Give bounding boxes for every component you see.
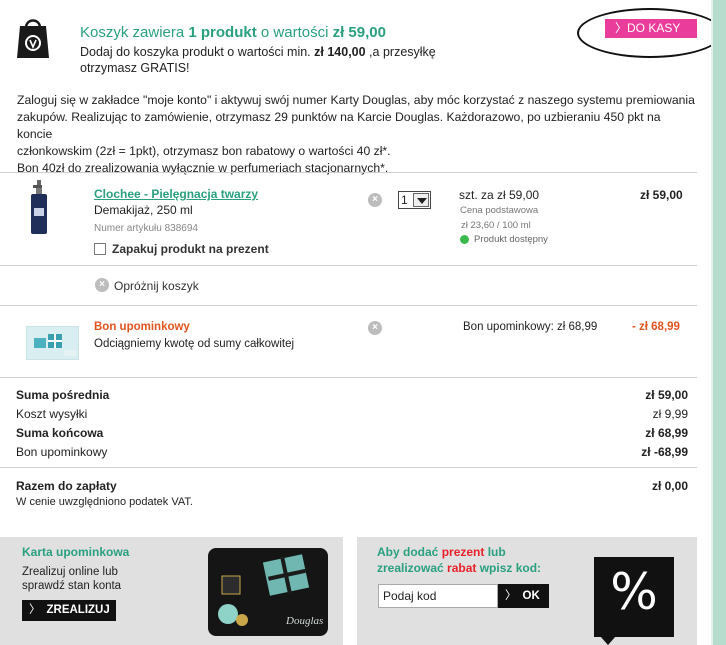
page-side-stripe bbox=[711, 0, 726, 645]
title-count: 1 produkt bbox=[188, 24, 257, 41]
promo-title-d: zrealizować bbox=[377, 561, 448, 575]
cart-page: Koszyk zawiera 1 produkt o wartości zł 5… bbox=[0, 0, 723, 645]
chevron-right-icon: 〉 bbox=[29, 604, 41, 616]
voucher-summary-row: Bon upominkowy zł -68,99 bbox=[16, 445, 688, 461]
gift-wrap-checkbox[interactable] bbox=[94, 243, 106, 255]
free-shipping-note: Dodaj do koszyka produkt o wartości min.… bbox=[80, 44, 460, 76]
divider bbox=[0, 172, 697, 173]
promo-title-a: Aby dodać bbox=[377, 545, 442, 559]
subtotal-value: zł 59,00 bbox=[645, 388, 688, 402]
product-total: zł 59,00 bbox=[640, 188, 683, 202]
voucher-value-label: Bon upominkowy: zł 68,99 bbox=[463, 321, 598, 333]
gift-card-subtitle-line2: sprawdź stan konta bbox=[22, 580, 122, 592]
base-price-label: Cena podstawowa bbox=[460, 205, 539, 216]
quantity-select[interactable]: 1 bbox=[398, 191, 431, 209]
empty-cart-icon[interactable]: × bbox=[95, 278, 109, 292]
free-shipping-text-a: Dodaj do koszyka produkt o wartości min. bbox=[80, 45, 315, 59]
free-shipping-text-c: ,a przesyłkę bbox=[365, 45, 436, 59]
shopping-bag-icon bbox=[17, 19, 49, 58]
title-mid: o wartości bbox=[256, 24, 333, 41]
gift-card-brand: Douglas bbox=[285, 615, 323, 627]
total-label: Suma końcowa bbox=[16, 426, 104, 440]
voucher-deduction: - zł 68,99 bbox=[632, 321, 680, 333]
loyalty-info-line4: Bon 40zł do zrealizowania wyłącznie w pe… bbox=[17, 161, 389, 175]
remove-product-icon[interactable]: × bbox=[368, 193, 382, 207]
divider bbox=[0, 377, 697, 378]
total-row: Suma końcowa zł 68,99 bbox=[16, 426, 688, 442]
chevron-down-icon[interactable] bbox=[413, 193, 429, 207]
title-prefix: Koszyk zawiera bbox=[80, 24, 189, 41]
subtotal-label: Suma pośrednia bbox=[16, 388, 110, 402]
divider bbox=[0, 265, 697, 266]
promo-code-panel: Aby dodać prezent lub zrealizować rabat … bbox=[357, 537, 697, 645]
gift-card-image: Douglas bbox=[208, 548, 328, 636]
loyalty-info: Zaloguj się w zakładce "moje konto" i ak… bbox=[17, 92, 697, 177]
gift-card-title: Karta upominkowa bbox=[22, 545, 130, 559]
empty-cart-link[interactable]: Opróżnij koszyk bbox=[114, 279, 199, 293]
gift-wrap-label[interactable]: Zapakuj produkt na prezent bbox=[112, 242, 269, 256]
loyalty-info-line1: Zaloguj się w zakładce "moje konto" i ak… bbox=[17, 93, 695, 107]
availability-dot-icon bbox=[460, 235, 469, 244]
quantity-value: 1 bbox=[401, 193, 408, 207]
total-value: zł 68,99 bbox=[645, 426, 688, 440]
free-shipping-text-line2: otrzymasz GRATIS! bbox=[80, 61, 190, 75]
free-shipping-threshold: zł 140,00 bbox=[314, 45, 366, 59]
promo-ok-button[interactable]: 〉 OK bbox=[498, 584, 549, 608]
redeem-button-label: ZREALIZUJ bbox=[46, 604, 110, 616]
product-description: Demakijaż, 250 ml bbox=[94, 203, 193, 217]
shipping-value: zł 9,99 bbox=[652, 407, 688, 421]
unit-price: szt. za zł 59,00 bbox=[459, 188, 540, 202]
gift-card-panel: Karta upominkowa Zrealizuj online lub sp… bbox=[0, 537, 343, 645]
product-image[interactable] bbox=[28, 180, 50, 234]
shipping-row: Koszt wysyłki zł 9,99 bbox=[16, 407, 688, 423]
ok-button-label: OK bbox=[522, 590, 540, 602]
amount-due-value: zł 0,00 bbox=[651, 479, 688, 493]
voucher-name: Bon upominkowy bbox=[94, 321, 190, 333]
subtotal-row: Suma pośrednia zł 59,00 bbox=[16, 388, 688, 404]
page-side-stripe-edge bbox=[711, 0, 713, 645]
promo-title-gift: prezent bbox=[441, 545, 485, 559]
product-name-link[interactable]: Clochee - Pielęgnacja twarzy bbox=[94, 187, 258, 201]
product-article-number: Numer artykułu 838694 bbox=[94, 223, 198, 234]
title-value: zł 59,00 bbox=[332, 24, 386, 41]
checkout-button-label: DO KASY bbox=[627, 21, 681, 35]
promo-code-input[interactable] bbox=[378, 584, 498, 608]
chevron-right-icon: 〉 bbox=[505, 590, 517, 602]
promo-title-discount: rabat bbox=[447, 561, 477, 575]
amount-due-row: Razem do zapłaty zł 0,00 bbox=[16, 479, 688, 495]
chevron-right-icon: 〉 bbox=[615, 21, 628, 35]
gift-card-subtitle-line1: Zrealizuj online lub bbox=[22, 566, 118, 578]
promo-title-c: lub bbox=[484, 545, 506, 559]
availability-status: Produkt dostępny bbox=[474, 234, 548, 245]
redeem-gift-card-button[interactable]: 〉 ZREALIZUJ bbox=[22, 600, 116, 621]
promo-title-f: wpisz kod: bbox=[476, 561, 542, 575]
checkout-button[interactable]: 〉DO KASY bbox=[605, 19, 697, 38]
promo-code-title: Aby dodać prezent lub zrealizować rabat … bbox=[377, 544, 577, 576]
divider bbox=[0, 467, 697, 468]
remove-voucher-icon[interactable]: × bbox=[368, 321, 382, 335]
voucher-description: Odciągniemy kwotę od sumy całkowitej bbox=[94, 338, 295, 350]
gift-card-subtitle: Zrealizuj online lub sprawdź stan konta bbox=[22, 565, 162, 593]
percent-symbol: % bbox=[610, 563, 658, 621]
divider bbox=[0, 305, 697, 306]
amount-due-label: Razem do zapłaty bbox=[16, 479, 117, 493]
price-per-100ml: zł 23,60 / 100 ml bbox=[461, 220, 531, 231]
gift-voucher-image bbox=[26, 326, 79, 360]
percent-badge-icon: % bbox=[594, 557, 674, 645]
voucher-summary-label: Bon upominkowy bbox=[16, 445, 108, 459]
loyalty-info-line2: zakupów. Realizując to zamówienie, otrzy… bbox=[17, 110, 661, 141]
shipping-label: Koszt wysyłki bbox=[16, 407, 88, 421]
loyalty-info-line3: członkowskim (2zł = 1pkt), otrzymasz bon… bbox=[17, 144, 391, 158]
cart-summary-title: Koszyk zawiera 1 produkt o wartości zł 5… bbox=[80, 24, 386, 41]
voucher-summary-value: zł -68,99 bbox=[641, 445, 688, 459]
vat-note: W cenie uwzględniono podatek VAT. bbox=[16, 496, 193, 508]
